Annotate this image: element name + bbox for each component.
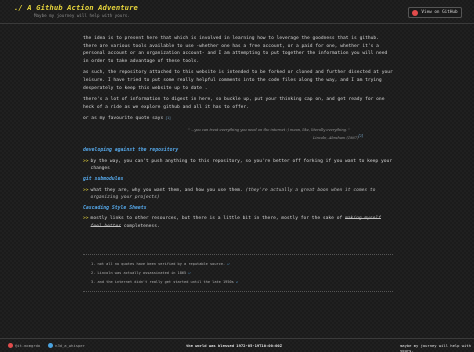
arrow-icon: >> bbox=[83, 158, 89, 164]
quote-text: " ...you can treat everything you need o… bbox=[188, 127, 350, 132]
footnote-text: not all no quotes have been verified by … bbox=[97, 262, 226, 266]
section-text-css-before: mostly links to other resources, but the… bbox=[90, 216, 343, 222]
footer-center-text: the world was blessed 1972-05-19T10:00:0… bbox=[186, 343, 283, 348]
section-text-css-after: completeness. bbox=[123, 223, 160, 229]
footnote-back-link[interactable]: ↩ bbox=[236, 280, 238, 284]
view-on-github-button[interactable]: View on GitHub bbox=[408, 7, 462, 18]
footnote-number: 3. bbox=[91, 280, 96, 284]
footnote-1: 1. not all no quotes have been verified … bbox=[91, 260, 393, 269]
section-item-css: >> mostly links to other resources, but … bbox=[83, 215, 393, 230]
main-content: the idea is to present here that which i… bbox=[83, 35, 393, 233]
footnote-2: 2. Lincoln was actually assassinated in … bbox=[91, 269, 393, 278]
footnote-text: Lincoln was actually assassinated in 186… bbox=[97, 271, 187, 275]
intro-paragraph-1: the idea is to present here that which i… bbox=[83, 36, 388, 64]
section-heading-developing[interactable]: developing against the repository bbox=[83, 147, 393, 155]
quote-attribution-text: Lincoln, Abraham (1867) bbox=[312, 136, 359, 141]
footnote-text: and the internet didn't really get start… bbox=[97, 280, 234, 284]
section-text-developing: by the way, you can't push anything to t… bbox=[90, 158, 393, 172]
section-heading-submodules[interactable]: git submodules bbox=[83, 176, 393, 184]
footnote-back-link[interactable]: ↩ bbox=[188, 271, 190, 275]
site-header: ./ A Github Action Adventure Maybe my jo… bbox=[0, 0, 474, 24]
footnote-3: 3. and the internet didn't really get st… bbox=[91, 278, 393, 287]
section-item-submodules: >> what they are, why you want them, and… bbox=[83, 187, 393, 202]
site-title[interactable]: ./ A Github Action Adventure bbox=[14, 3, 138, 12]
intro-paragraph-2: as such, the repository attached to this… bbox=[83, 70, 393, 91]
footer-link-github-label: @it-mcmgrdo bbox=[15, 343, 41, 348]
blockquote: " ...you can treat everything you need o… bbox=[188, 127, 393, 141]
github-icon bbox=[8, 343, 13, 348]
site-subtitle: Maybe my journey will help with yours. bbox=[34, 13, 130, 18]
section-text-css-wrap: mostly links to other resources, but the… bbox=[91, 215, 393, 230]
footer-tagline: maybe my journey will help with yours. bbox=[400, 343, 471, 352]
footnote-ref-1[interactable]: [1] bbox=[165, 115, 171, 123]
footnote-number: 2. bbox=[91, 271, 96, 275]
intro-paragraph-3: there's a lot of information to digest i… bbox=[83, 97, 385, 110]
quote-intro-text: or as my favourite quote says bbox=[83, 116, 164, 122]
footer-link-github[interactable]: @it-mcmgrdo bbox=[8, 343, 40, 348]
github-icon bbox=[412, 9, 419, 16]
footer-link-twitter[interactable]: n3d_a_whisper bbox=[48, 343, 85, 348]
section-item-developing: >> by the way, you can't push anything t… bbox=[83, 158, 393, 173]
footnotes: 1. not all no quotes have been verified … bbox=[83, 254, 393, 292]
twitter-icon bbox=[48, 343, 54, 348]
footnote-back-link[interactable]: ↩ bbox=[227, 262, 229, 266]
view-on-github-label: View on GitHub bbox=[421, 10, 458, 15]
footer-link-twitter-label: n3d_a_whisper bbox=[55, 343, 85, 348]
section-text-submodules-wrap: what they are, why you want them, and ho… bbox=[91, 187, 393, 202]
footnote-number: 1. bbox=[91, 262, 96, 266]
quote-attribution: Lincoln, Abraham (1867)[2] bbox=[188, 133, 363, 141]
footer-social-links: @it-mcmgrdo n3d_a_whisper bbox=[8, 343, 85, 348]
footnote-ref-2[interactable]: [2] bbox=[358, 134, 363, 138]
section-heading-css[interactable]: Cascading Style Sheets bbox=[83, 205, 393, 213]
arrow-icon: >> bbox=[83, 216, 89, 222]
arrow-icon: >> bbox=[83, 187, 89, 193]
section-text-submodules: what they are, why you want them, and ho… bbox=[90, 187, 243, 193]
site-footer: @it-mcmgrdo n3d_a_whisper the world was … bbox=[0, 338, 474, 352]
quote-intro: or as my favourite quote says [1] bbox=[83, 115, 393, 123]
